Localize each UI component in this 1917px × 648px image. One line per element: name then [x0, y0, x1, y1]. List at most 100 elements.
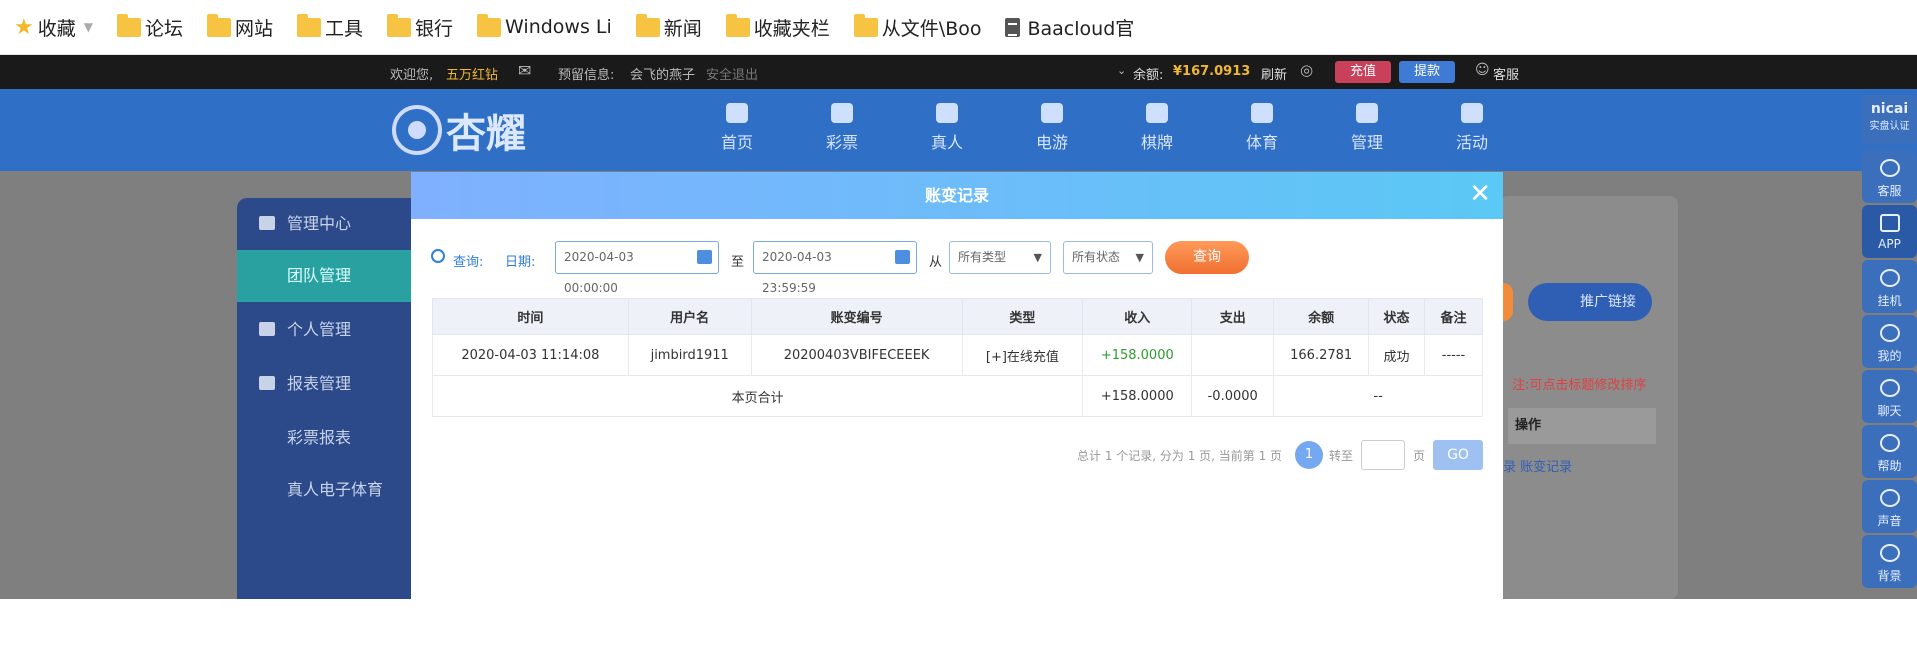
dropdown-arrow-icon: ▼ [1135, 251, 1144, 264]
sort-hint: 注:可点击标题修改排序 [1512, 378, 1647, 393]
eye-off-icon[interactable]: ◎ [1300, 61, 1313, 79]
page-number-current[interactable]: 1 [1295, 441, 1323, 469]
chat-tool[interactable]: 聊天 [1862, 370, 1917, 423]
palette-icon [1880, 544, 1900, 562]
bookmark-folder[interactable]: 从文件\Boo [853, 13, 981, 41]
nav-egames[interactable]: 电游 [1012, 103, 1092, 153]
folder-icon [853, 13, 878, 37]
column-header: 状态 [1368, 298, 1426, 335]
deposit-button[interactable]: 充值 [1335, 61, 1391, 83]
date-to-input[interactable]: 2020-04-03 23:59:59 [753, 241, 917, 295]
folder-icon [116, 13, 141, 37]
date-from-input[interactable]: 2020-04-03 00:00:00 [555, 241, 719, 295]
nav-activity[interactable]: 活动 [1432, 103, 1512, 153]
folder-icon [477, 13, 502, 37]
user-icon [259, 322, 275, 336]
refresh-link[interactable]: 刷新 [1261, 64, 1287, 83]
promo-link-button[interactable]: 推广链接 [1528, 283, 1652, 321]
chevron-down-icon[interactable]: ▼ [84, 20, 93, 34]
query-label: 查询: [453, 255, 484, 270]
bookmark-favorites[interactable]: ★ 收藏 ▼ [14, 14, 93, 41]
sidebar-item-team[interactable]: 团队管理 [237, 250, 411, 302]
sidebar-item-live-report[interactable]: 真人电子体育 [237, 464, 411, 516]
username[interactable]: 五万红钻 [446, 64, 498, 83]
summary-expense: -0.0000 [1191, 375, 1275, 417]
bookmark-folder[interactable]: 工具 [297, 13, 363, 41]
from-label: 从 [929, 255, 943, 270]
right-float-toolbar: nicai 实盘认证 客服 APP 挂机 我的 聊天 帮助 声音 背景 [1862, 95, 1917, 599]
slot-machine-icon [1041, 103, 1063, 123]
folder-icon [297, 13, 322, 37]
reserved-label: 预留信息: [558, 68, 615, 83]
search-icon [431, 249, 445, 263]
summary-income: +158.0000 [1082, 375, 1193, 417]
summary-row: 本页合计 +158.0000 -0.0000 -- [431, 375, 1483, 417]
page-jump-input[interactable] [1361, 440, 1405, 470]
bookmark-folder[interactable]: 新闻 [635, 13, 702, 41]
status-select[interactable]: 所有状态 ▼ [1063, 241, 1153, 274]
bookmark-folder[interactable]: 收藏夹栏 [725, 13, 830, 41]
mail-icon[interactable]: ✉ [518, 61, 531, 80]
logo-emblem-icon [392, 105, 442, 155]
chat-bubble-icon [1880, 379, 1900, 397]
background-tool[interactable]: 背景 [1862, 535, 1917, 588]
nav-sports[interactable]: 体育 [1222, 103, 1302, 153]
dropdown-arrow-icon: ▼ [1033, 251, 1042, 264]
bookmarks-bar: ★ 收藏 ▼ 论坛 网站 工具 银行 Windows Li 新闻 收藏夹栏 从文件\… [0, 0, 1917, 55]
close-icon[interactable]: ✕ [1469, 180, 1491, 208]
cards-icon [1146, 103, 1168, 123]
sidebar-item-personal[interactable]: 个人管理 [237, 304, 411, 356]
column-header: 收入 [1082, 298, 1193, 335]
operation-links[interactable]: 录 账变记录 [1503, 456, 1572, 475]
logout-link[interactable]: 安全退出 [706, 64, 758, 83]
gift-icon [1461, 103, 1483, 123]
date-label: 日期: [505, 255, 536, 270]
mine-tool[interactable]: 我的 [1862, 315, 1917, 368]
nav-home[interactable]: 首页 [697, 103, 777, 153]
bookmark-folder[interactable]: 论坛 [116, 13, 183, 41]
chat-icon[interactable]: ☺ [1475, 62, 1490, 78]
modal-title: 账变记录 [924, 186, 989, 205]
service-tool[interactable]: 客服 [1862, 150, 1917, 203]
site-header: 杏耀 首页 彩票 真人 电游 棋牌 体育 管理 活动 [0, 89, 1917, 171]
bookmark-folder[interactable]: 银行 [387, 13, 453, 41]
column-header: 用户名 [627, 298, 752, 335]
cell-user: jimbird1911 [627, 334, 752, 376]
chevron-down-icon[interactable]: ⌄ [1117, 64, 1126, 77]
to-label: 至 [731, 255, 745, 270]
table-row: 2020-04-03 11:14:08 jimbird1911 20200403… [432, 334, 1483, 376]
eye-icon [1880, 159, 1900, 177]
bookmark-page[interactable]: Baacloud官 [1005, 14, 1134, 41]
calendar-icon[interactable] [697, 250, 712, 264]
type-select[interactable]: 所有类型 ▼ [949, 241, 1051, 274]
withdraw-button[interactable]: 提款 [1399, 61, 1455, 83]
trophy-icon [1251, 103, 1273, 123]
sound-tool[interactable]: 声音 [1862, 480, 1917, 533]
modal-header: 账变记录 ✕ [411, 172, 1503, 219]
robot-icon [1880, 269, 1900, 287]
nav-live[interactable]: 真人 [907, 103, 987, 153]
site-logo[interactable]: 杏耀 [392, 95, 542, 165]
content-panel [1500, 196, 1678, 599]
bookmark-folder[interactable]: 网站 [207, 13, 273, 41]
auto-tool[interactable]: 挂机 [1862, 260, 1917, 313]
sidebar-item-lottery-report[interactable]: 彩票报表 [237, 412, 411, 464]
nav-manage[interactable]: 管理 [1327, 103, 1407, 153]
nav-lottery[interactable]: 彩票 [802, 103, 882, 153]
folder-icon [635, 13, 660, 37]
sidebar-item-reports[interactable]: 报表管理 [237, 358, 411, 410]
go-button[interactable]: GO [1433, 440, 1483, 470]
nicai-badge[interactable]: nicai 实盘认证 [1862, 95, 1917, 145]
bookmark-folder[interactable]: Windows Li [477, 13, 612, 38]
help-tool[interactable]: 帮助 [1862, 425, 1917, 478]
sidebar-item-management-center[interactable]: 管理中心 [237, 198, 411, 250]
goto-label: 转至 [1329, 449, 1354, 463]
app-tool[interactable]: APP [1862, 205, 1917, 258]
nav-chess[interactable]: 棋牌 [1117, 103, 1197, 153]
calendar-icon[interactable] [895, 250, 910, 264]
service-link[interactable]: 客服 [1493, 64, 1519, 83]
balance-label: 余额: [1133, 68, 1164, 83]
query-button[interactable]: 查询 [1165, 241, 1249, 274]
cell-status: 成功 [1368, 334, 1426, 376]
table-header-row: 时间 用户名 账变编号 类型 收入 支出 余额 状态 备注 [432, 298, 1483, 335]
